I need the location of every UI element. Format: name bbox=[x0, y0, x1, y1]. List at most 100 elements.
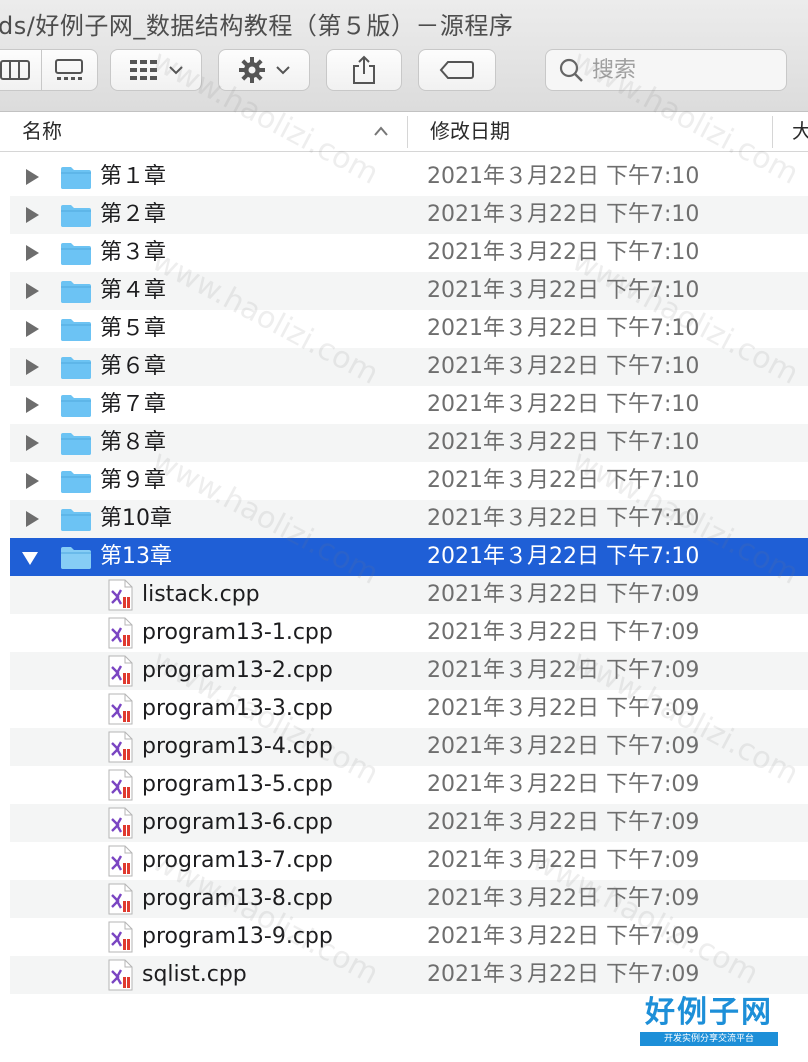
disclosure-triangle-icon[interactable] bbox=[26, 359, 39, 375]
folder-icon bbox=[61, 547, 91, 569]
chevron-down-icon bbox=[169, 66, 183, 75]
folder-name: 第２章 bbox=[100, 202, 167, 227]
file-name: program13-9.cpp bbox=[142, 924, 333, 949]
action-button[interactable] bbox=[218, 49, 310, 91]
gear-icon bbox=[239, 57, 265, 83]
file-name: program13-2.cpp bbox=[142, 658, 333, 683]
folder-row[interactable]: 第１章 2021年３月22日 下午7:10 bbox=[10, 158, 808, 196]
file-name: program13-5.cpp bbox=[142, 772, 333, 797]
window-toolbar: ds/好例子网_数据结构教程（第５版）－源程序 bbox=[0, 0, 808, 112]
date-modified: 2021年３月22日 下午7:10 bbox=[427, 468, 700, 493]
date-modified: 2021年３月22日 下午7:09 bbox=[427, 582, 700, 607]
date-modified: 2021年３月22日 下午7:09 bbox=[427, 620, 700, 645]
cpp-file-icon bbox=[108, 959, 133, 991]
file-row[interactable]: program13-6.cpp 2021年３月22日 下午7:09 bbox=[10, 804, 808, 842]
tags-button[interactable] bbox=[418, 49, 496, 91]
file-row[interactable]: program13-9.cpp 2021年３月22日 下午7:09 bbox=[10, 918, 808, 956]
folder-name: 第９章 bbox=[100, 468, 167, 493]
folder-icon bbox=[61, 395, 91, 417]
tag-icon bbox=[439, 61, 474, 79]
date-modified: 2021年３月22日 下午7:09 bbox=[427, 696, 700, 721]
disclosure-triangle-icon[interactable] bbox=[26, 169, 39, 185]
date-modified: 2021年３月22日 下午7:09 bbox=[427, 734, 700, 759]
file-row[interactable]: program13-3.cpp 2021年３月22日 下午7:09 bbox=[10, 690, 808, 728]
file-name: program13-4.cpp bbox=[142, 734, 333, 759]
folder-name: 第13章 bbox=[100, 544, 172, 569]
grid-icon bbox=[130, 60, 157, 80]
folder-name: 第７章 bbox=[100, 392, 167, 417]
folder-name: 第４章 bbox=[100, 278, 167, 303]
disclosure-triangle-icon[interactable] bbox=[26, 207, 39, 223]
column-separator[interactable] bbox=[407, 116, 408, 148]
search-field[interactable] bbox=[545, 49, 787, 91]
cpp-file-icon bbox=[108, 883, 133, 915]
folder-row[interactable]: 第５章 2021年３月22日 下午7:10 bbox=[10, 310, 808, 348]
folder-icon bbox=[61, 281, 91, 303]
column-header-date-modified[interactable]: 修改日期 bbox=[430, 112, 510, 152]
folder-icon bbox=[61, 509, 91, 531]
date-modified: 2021年３月22日 下午7:10 bbox=[427, 354, 700, 379]
column-header: 名称 修改日期 大 bbox=[0, 112, 808, 152]
column-separator[interactable] bbox=[772, 116, 773, 148]
disclosure-triangle-icon[interactable] bbox=[26, 245, 39, 261]
folder-row[interactable]: 第４章 2021年３月22日 下午7:10 bbox=[10, 272, 808, 310]
folder-row[interactable]: 第10章 2021年３月22日 下午7:10 bbox=[10, 500, 808, 538]
date-modified: 2021年３月22日 下午7:10 bbox=[427, 202, 700, 227]
folder-row[interactable]: 第８章 2021年３月22日 下午7:10 bbox=[10, 424, 808, 462]
folder-icon bbox=[61, 357, 91, 379]
search-icon bbox=[559, 58, 583, 82]
share-button[interactable] bbox=[326, 49, 402, 91]
column-view-icon[interactable] bbox=[0, 59, 41, 81]
file-name: listack.cpp bbox=[142, 582, 260, 607]
disclosure-triangle-icon[interactable] bbox=[26, 435, 39, 451]
window-title: ds/好例子网_数据结构教程（第５版）－源程序 bbox=[0, 12, 514, 40]
file-row[interactable]: listack.cpp 2021年３月22日 下午7:09 bbox=[10, 576, 808, 614]
share-icon bbox=[353, 55, 375, 84]
date-modified: 2021年３月22日 下午7:09 bbox=[427, 924, 700, 949]
disclosure-triangle-expanded-icon[interactable] bbox=[22, 552, 38, 565]
gallery-view-icon[interactable] bbox=[42, 58, 97, 82]
disclosure-triangle-icon[interactable] bbox=[26, 511, 39, 527]
file-row[interactable]: program13-8.cpp 2021年３月22日 下午7:09 bbox=[10, 880, 808, 918]
folder-icon bbox=[61, 205, 91, 227]
file-row[interactable]: sqlist.cpp 2021年３月22日 下午7:09 bbox=[10, 956, 808, 994]
folder-row[interactable]: 第２章 2021年３月22日 下午7:10 bbox=[10, 196, 808, 234]
disclosure-triangle-icon[interactable] bbox=[26, 283, 39, 299]
folder-name: 第１章 bbox=[100, 164, 167, 189]
column-header-name[interactable]: 名称 bbox=[22, 112, 62, 152]
folder-name: 第８章 bbox=[100, 430, 167, 455]
file-name: sqlist.cpp bbox=[142, 962, 247, 987]
date-modified: 2021年３月22日 下午7:10 bbox=[427, 316, 700, 341]
cpp-file-icon bbox=[108, 807, 133, 839]
file-name: program13-6.cpp bbox=[142, 810, 333, 835]
cpp-file-icon bbox=[108, 693, 133, 725]
folder-icon bbox=[61, 167, 91, 189]
sort-ascending-icon[interactable] bbox=[373, 126, 389, 136]
folder-row[interactable]: 第９章 2021年３月22日 下午7:10 bbox=[10, 462, 808, 500]
cpp-file-icon bbox=[108, 769, 133, 801]
brand-title: 好例子网 bbox=[645, 995, 773, 1030]
folder-name: 第６章 bbox=[100, 354, 167, 379]
disclosure-triangle-icon[interactable] bbox=[26, 321, 39, 337]
file-row[interactable]: program13-4.cpp 2021年３月22日 下午7:09 bbox=[10, 728, 808, 766]
file-row[interactable]: program13-5.cpp 2021年３月22日 下午7:09 bbox=[10, 766, 808, 804]
folder-row[interactable]: 第７章 2021年３月22日 下午7:10 bbox=[10, 386, 808, 424]
file-name: program13-8.cpp bbox=[142, 886, 333, 911]
cpp-file-icon bbox=[108, 845, 133, 877]
cpp-file-icon bbox=[108, 579, 133, 611]
folder-row[interactable]: 第３章 2021年３月22日 下午7:10 bbox=[10, 234, 808, 272]
file-row[interactable]: program13-2.cpp 2021年３月22日 下午7:09 bbox=[10, 652, 808, 690]
group-by-button[interactable] bbox=[110, 49, 202, 91]
folder-row[interactable]: 第６章 2021年３月22日 下午7:10 bbox=[10, 348, 808, 386]
cpp-file-icon bbox=[108, 655, 133, 687]
view-mode-segmented-control[interactable] bbox=[0, 49, 98, 91]
folder-icon bbox=[61, 243, 91, 265]
folder-row[interactable]: 第13章 2021年３月22日 下午7:10 bbox=[10, 538, 808, 576]
column-header-size[interactable]: 大 bbox=[792, 112, 808, 152]
disclosure-triangle-icon[interactable] bbox=[26, 473, 39, 489]
search-input[interactable] bbox=[592, 57, 762, 83]
file-row[interactable]: program13-7.cpp 2021年３月22日 下午7:09 bbox=[10, 842, 808, 880]
disclosure-triangle-icon[interactable] bbox=[26, 397, 39, 413]
file-row[interactable]: program13-1.cpp 2021年３月22日 下午7:09 bbox=[10, 614, 808, 652]
date-modified: 2021年３月22日 下午7:09 bbox=[427, 962, 700, 987]
